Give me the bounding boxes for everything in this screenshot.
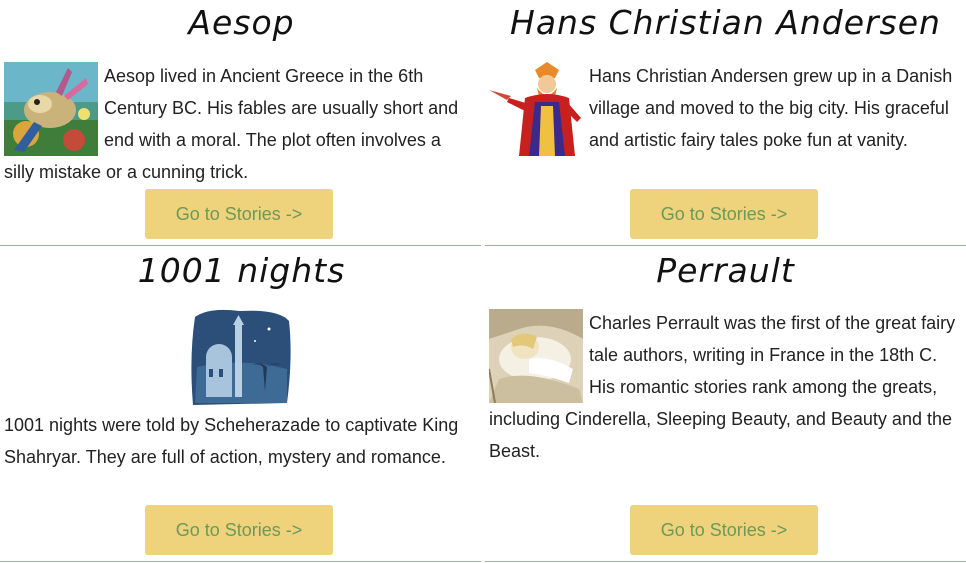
author-title: Aesop	[188, 3, 295, 42]
author-title: Perrault	[656, 251, 795, 290]
author-card-aesop: Aesop Aesop lived in Ancient Greece in t…	[0, 0, 483, 246]
go-to-stories-button[interactable]: Go to Stories ->	[145, 505, 333, 555]
author-title: 1001 nights	[137, 251, 346, 290]
arabian-night-city-icon	[191, 309, 291, 405]
divider	[485, 245, 966, 246]
author-card-perrault: Perrault Charles Perrault was the first …	[485, 247, 966, 563]
author-description: 1001 nights were told by Scheherazade to…	[4, 415, 459, 467]
go-to-stories-button[interactable]: Go to Stories ->	[630, 189, 818, 239]
author-card-1001-nights: 1001 nights 1001 nights were told by Sch…	[0, 247, 483, 563]
sleeping-beauty-sketch-icon	[489, 309, 583, 403]
divider	[0, 245, 481, 246]
author-title: Hans Christian Andersen	[510, 3, 941, 42]
author-body: 1001 nights were told by Scheherazade to…	[4, 409, 469, 473]
go-to-stories-button[interactable]: Go to Stories ->	[630, 505, 818, 555]
emperor-illustration-icon	[489, 62, 583, 156]
divider	[0, 561, 481, 562]
author-card-andersen: Hans Christian Andersen Hans Christian A…	[485, 0, 966, 246]
author-body: Aesop lived in Ancient Greece in the 6th…	[4, 60, 464, 188]
divider	[485, 561, 966, 562]
author-body: Hans Christian Andersen grew up in a Dan…	[489, 60, 959, 156]
author-grid: Aesop Aesop lived in Ancient Greece in t…	[0, 0, 966, 563]
go-to-stories-button[interactable]: Go to Stories ->	[145, 189, 333, 239]
author-body: Charles Perrault was the first of the gr…	[489, 307, 959, 467]
aesop-donkey-painting-icon	[4, 62, 98, 156]
author-description: Hans Christian Andersen grew up in a Dan…	[589, 66, 953, 150]
